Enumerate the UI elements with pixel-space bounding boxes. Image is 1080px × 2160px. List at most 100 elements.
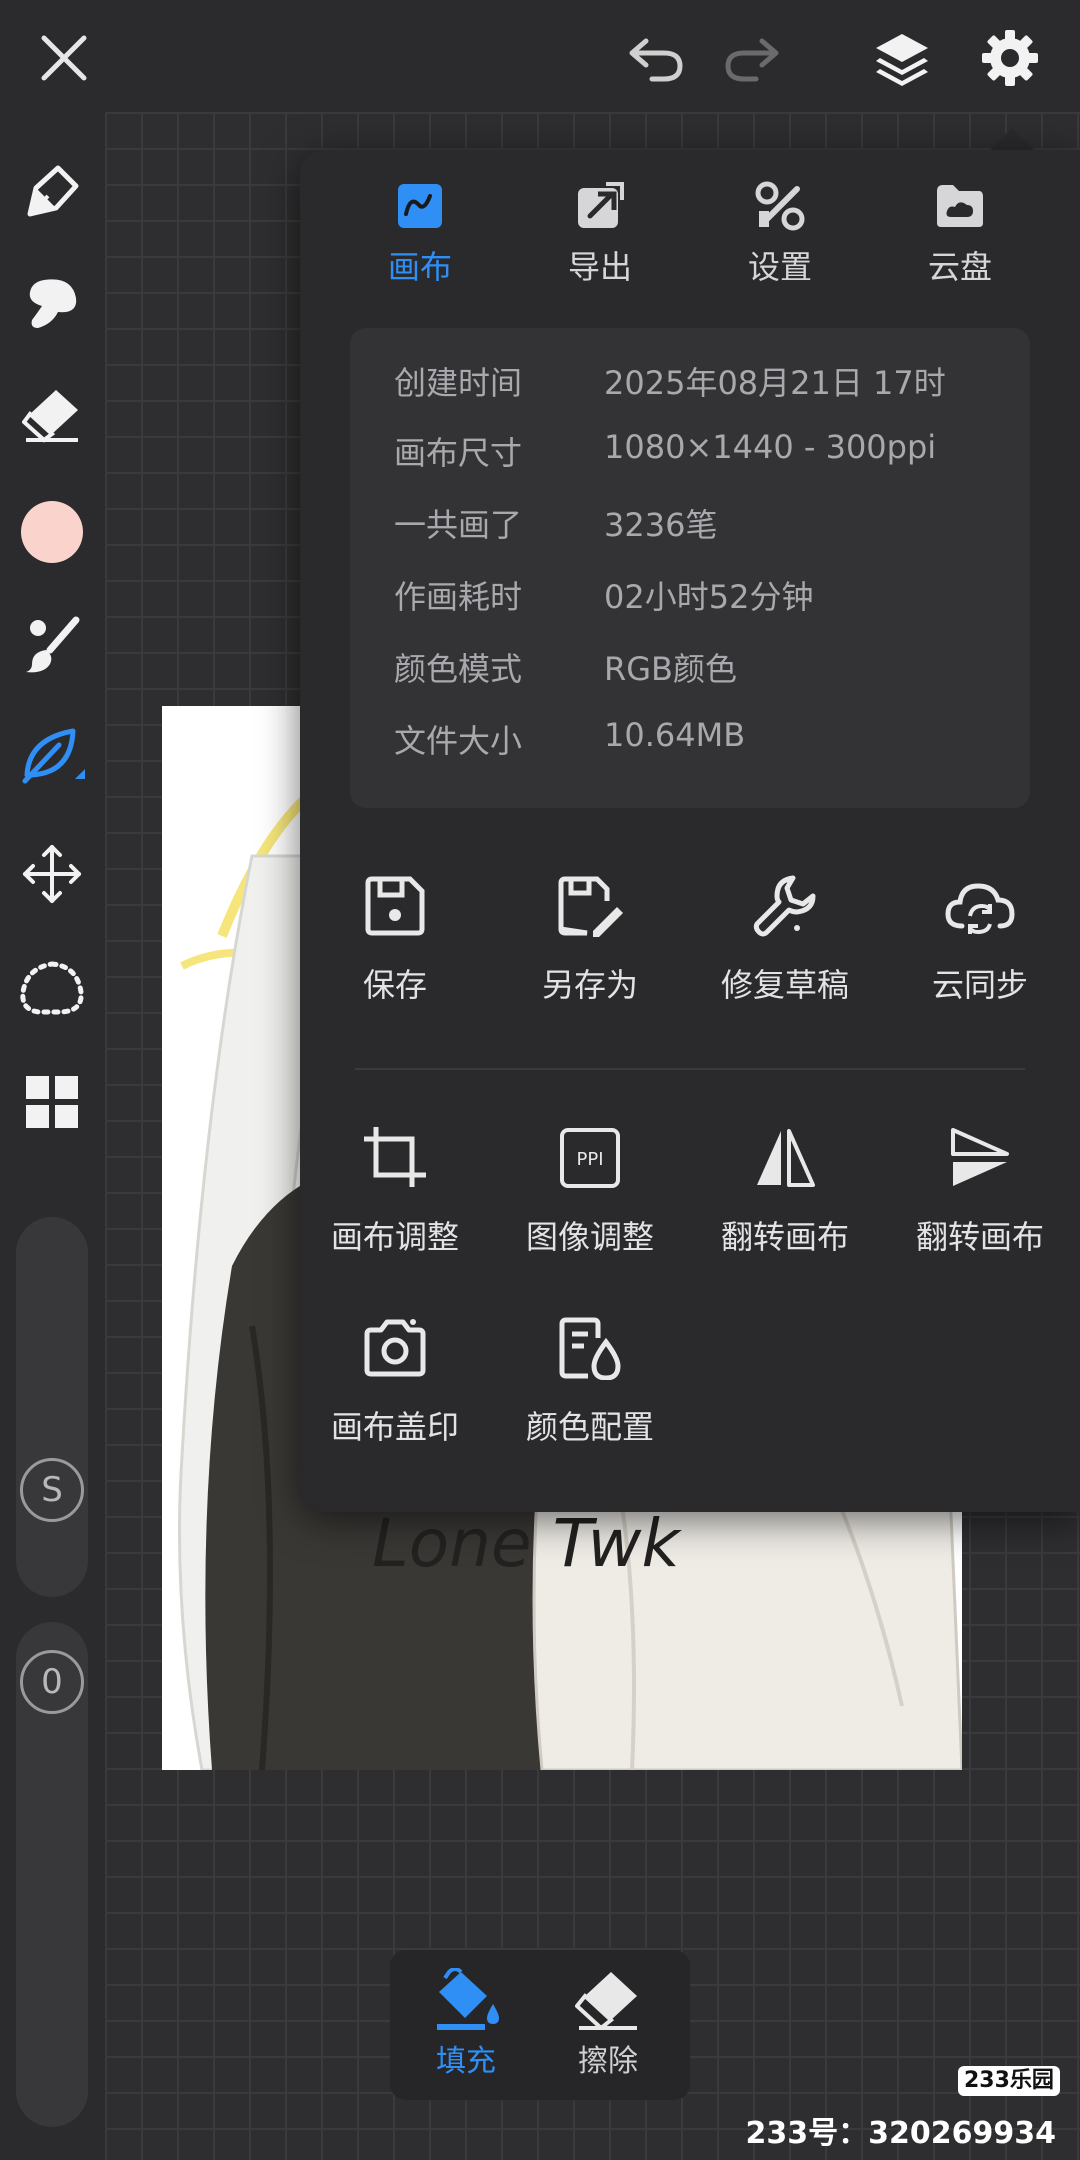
image-adjust-button[interactable]: PPI 图像调整 (495, 1122, 685, 1272)
undo-icon (629, 38, 683, 82)
tab-label: 云盘 (927, 248, 992, 286)
settings-button[interactable] (970, 18, 1050, 98)
grid-icon (26, 1076, 78, 1128)
pen-tool[interactable] (12, 152, 92, 232)
action-label: 翻转画布 (720, 1218, 849, 1256)
smudge-tool[interactable] (12, 262, 92, 342)
action-label: 云同步 (931, 966, 1028, 1004)
brush-icon (26, 616, 80, 673)
info-value: 02小时52分钟 (604, 578, 814, 616)
lasso-tool[interactable] (12, 948, 92, 1028)
move-icon (23, 845, 81, 903)
watermark-text: 233号：320269934 (745, 2116, 1057, 2151)
info-row-created: 创建时间 2025年08月21日 17时 (394, 358, 1014, 418)
info-value: 3236笔 (604, 506, 718, 544)
tab-label: 画布 (387, 248, 452, 286)
eraser-icon (22, 390, 78, 443)
tab-label: 设置 (747, 248, 812, 286)
cloud-sync-icon (945, 883, 1015, 934)
info-key: 一共画了 (394, 506, 523, 544)
action-label: 颜色配置 (525, 1408, 654, 1446)
artwork-text: Lone Twk (372, 1505, 682, 1582)
action-label: 另存为 (541, 966, 638, 1004)
watermark-logo: 233乐园 (958, 2066, 1060, 2096)
info-row-duration: 作画耗时 02小时52分钟 (394, 572, 1014, 632)
info-row-strokes: 一共画了 3236笔 (394, 500, 1014, 560)
info-row-file-size: 文件大小 10.64MB (394, 716, 1014, 776)
info-key: 颜色模式 (394, 650, 523, 688)
svg-text:PPI: PPI (576, 1149, 603, 1170)
left-toolbar: S 0 (0, 112, 105, 2160)
tools-icon (755, 181, 805, 231)
action-label: 画布调整 (330, 1218, 459, 1256)
cloud-sync-button[interactable]: 云同步 (885, 870, 1075, 1020)
canvas-stamp-button[interactable]: 画布盖印 (300, 1312, 490, 1462)
flip-vertical-icon (951, 1128, 1009, 1186)
close-button[interactable] (24, 18, 104, 98)
info-row-size: 画布尺寸 1080×1440 - 300ppi (394, 428, 1014, 488)
pen-nib-icon (27, 165, 79, 217)
tab-settings[interactable]: 设置 (705, 180, 855, 300)
move-tool[interactable] (12, 834, 92, 914)
flip-vertical-button[interactable]: 翻转画布 (885, 1122, 1075, 1272)
camera-icon (364, 1319, 426, 1377)
info-value: RGB颜色 (604, 650, 737, 688)
save-button[interactable]: 保存 (300, 870, 490, 1020)
eraser-icon (575, 1972, 637, 2030)
wrench-icon (753, 875, 816, 937)
color-profile-icon (559, 1317, 621, 1380)
tab-label: 导出 (567, 248, 632, 286)
paint-bucket-icon (437, 1968, 499, 2030)
gear-icon (982, 30, 1038, 86)
cloud-drive-icon (937, 185, 983, 227)
opacity-slider-thumb[interactable]: 0 (20, 1650, 84, 1714)
close-icon (41, 35, 87, 81)
ppi-icon: PPI (560, 1128, 620, 1188)
flip-horizontal-button[interactable]: 翻转画布 (690, 1122, 880, 1272)
size-slider-thumb[interactable]: S (20, 1458, 84, 1522)
redo-button[interactable] (712, 18, 792, 98)
panel-divider (355, 1068, 1025, 1070)
info-key: 画布尺寸 (394, 434, 523, 472)
leaf-brush-tool[interactable] (12, 716, 92, 796)
erase-button[interactable]: 擦除 (548, 1968, 668, 2088)
brush-tool[interactable] (12, 604, 92, 684)
canvas-adjust-button[interactable]: 画布调整 (300, 1122, 490, 1272)
action-label: 画布盖印 (330, 1408, 459, 1446)
canvas-settings-panel: 画布 导出 设置 云盘 创建时间 2025年08月21日 17时 画布尺寸 10… (300, 150, 1080, 1512)
layers-button[interactable] (862, 18, 942, 98)
top-bar (0, 0, 1080, 112)
save-as-button[interactable]: 另存为 (495, 870, 685, 1020)
action-label: 修复草稿 (720, 966, 849, 1004)
fill-erase-bar: 填充 擦除 (390, 1950, 690, 2100)
layers-icon (876, 34, 928, 86)
eraser-tool[interactable] (12, 374, 92, 454)
current-color-dot (21, 501, 83, 563)
app-root: Lone Twk S 0 画布 导出 设置 云盘 创建时间 2025年08月21… (0, 0, 1080, 2160)
fill-button[interactable]: 填充 (406, 1968, 526, 2088)
fill-label: 填充 (436, 2044, 496, 2079)
undo-button[interactable] (616, 18, 696, 98)
action-label: 翻转画布 (915, 1218, 1044, 1256)
info-key: 创建时间 (394, 364, 523, 402)
color-swatch[interactable] (12, 492, 92, 572)
redo-icon (725, 38, 779, 82)
info-value: 1080×1440 - 300ppi (604, 428, 937, 466)
smudge-icon (29, 279, 77, 328)
panel-caret (990, 128, 1034, 150)
tab-export[interactable]: 导出 (525, 180, 675, 300)
save-icon (365, 876, 425, 936)
gallery-tool[interactable] (12, 1062, 92, 1142)
repair-draft-button[interactable]: 修复草稿 (690, 870, 880, 1020)
action-label: 图像调整 (525, 1218, 654, 1256)
size-slider[interactable] (16, 1217, 88, 1597)
save-as-icon (558, 876, 623, 937)
tab-canvas[interactable]: 画布 (345, 180, 495, 300)
info-key: 作画耗时 (394, 578, 523, 616)
info-row-color-mode: 颜色模式 RGB颜色 (394, 644, 1014, 704)
tab-cloud-drive[interactable]: 云盘 (885, 180, 1035, 300)
color-profile-button[interactable]: 颜色配置 (495, 1312, 685, 1462)
leaf-brush-icon (22, 728, 85, 784)
info-value: 10.64MB (604, 716, 746, 754)
flip-horizontal-icon (757, 1129, 815, 1187)
